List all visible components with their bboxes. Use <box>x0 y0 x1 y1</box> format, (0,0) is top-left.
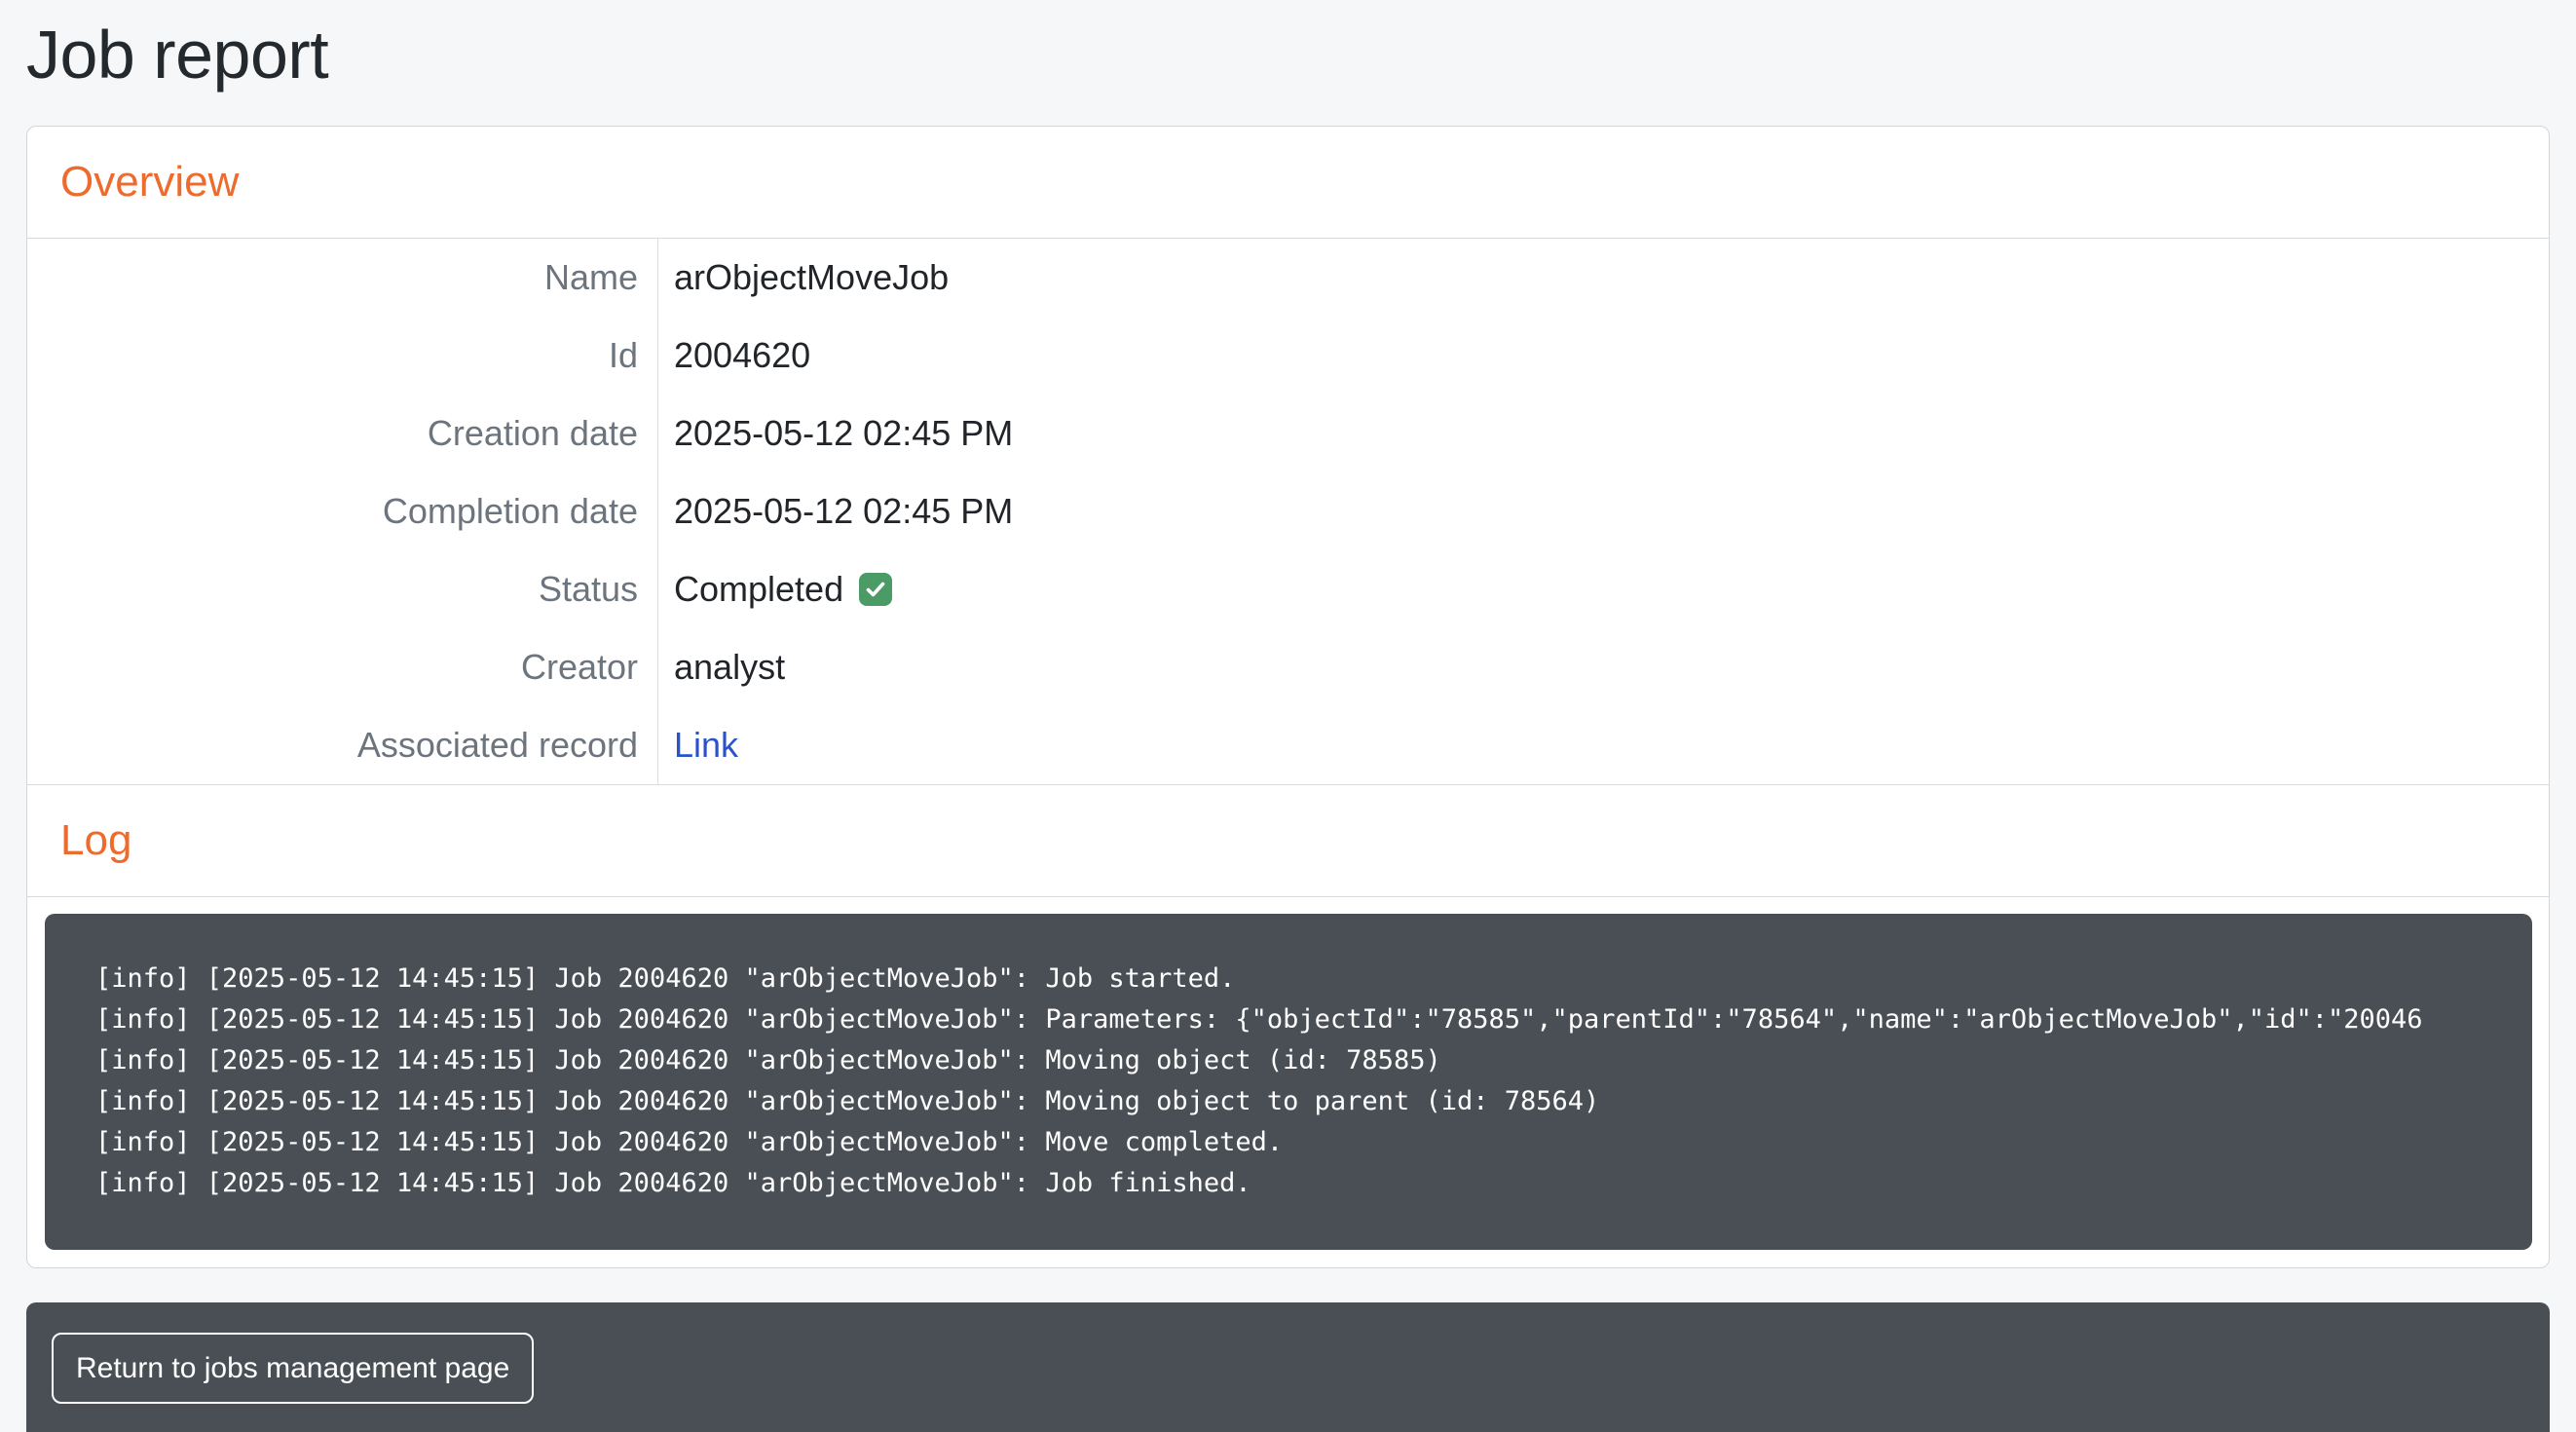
field-value: arObjectMoveJob <box>658 239 2549 317</box>
table-row-associated-record: Associated record Link <box>27 706 2549 784</box>
overview-section-header: Overview <box>27 127 2549 239</box>
log-section-header: Log <box>27 784 2549 897</box>
log-line: [info] [2025-05-12 14:45:15] Job 2004620… <box>95 1163 2524 1204</box>
log-line: [info] [2025-05-12 14:45:15] Job 2004620… <box>95 959 2524 999</box>
field-value: analyst <box>658 628 2549 706</box>
table-row-id: Id 2004620 <box>27 317 2549 395</box>
log-heading: Log <box>60 816 131 865</box>
field-label: Associated record <box>27 706 658 784</box>
table-row-status: Status Completed <box>27 550 2549 628</box>
actions-footer-bar: Return to jobs management page <box>26 1302 2550 1432</box>
field-label: Creator <box>27 628 658 706</box>
log-line: [info] [2025-05-12 14:45:15] Job 2004620… <box>95 1040 2524 1081</box>
field-value: 2025-05-12 02:45 PM <box>658 395 2549 472</box>
overview-table: Name arObjectMoveJob Id 2004620 Creation… <box>27 239 2549 784</box>
field-value: Link <box>658 706 2549 784</box>
table-row-creator: Creator analyst <box>27 628 2549 706</box>
field-label: Creation date <box>27 395 658 472</box>
field-label: Name <box>27 239 658 317</box>
table-row-name: Name arObjectMoveJob <box>27 239 2549 317</box>
log-wrap: [info] [2025-05-12 14:45:15] Job 2004620… <box>27 897 2549 1267</box>
page-title: Job report <box>26 14 2550 95</box>
table-row-creation-date: Creation date 2025-05-12 02:45 PM <box>27 395 2549 472</box>
log-line: [info] [2025-05-12 14:45:15] Job 2004620… <box>95 1081 2524 1122</box>
field-label: Completion date <box>27 472 658 550</box>
field-label: Id <box>27 317 658 395</box>
field-value: 2025-05-12 02:45 PM <box>658 472 2549 550</box>
log-console: [info] [2025-05-12 14:45:15] Job 2004620… <box>45 914 2532 1250</box>
return-to-jobs-button[interactable]: Return to jobs management page <box>52 1333 534 1404</box>
overview-heading: Overview <box>60 158 239 207</box>
status-text: Completed <box>674 569 843 610</box>
log-line: [info] [2025-05-12 14:45:15] Job 2004620… <box>95 1122 2524 1163</box>
field-label: Status <box>27 550 658 628</box>
report-card: Overview Name arObjectMoveJob Id 2004620… <box>26 126 2550 1268</box>
log-line: [info] [2025-05-12 14:45:15] Job 2004620… <box>95 999 2524 1040</box>
associated-record-link[interactable]: Link <box>674 725 738 766</box>
field-value: 2004620 <box>658 317 2549 395</box>
table-row-completion-date: Completion date 2025-05-12 02:45 PM <box>27 472 2549 550</box>
field-value: Completed <box>658 550 2549 628</box>
status-completed-check-icon <box>859 573 892 606</box>
job-report-page: Job report Overview Name arObjectMoveJob… <box>0 0 2576 1432</box>
